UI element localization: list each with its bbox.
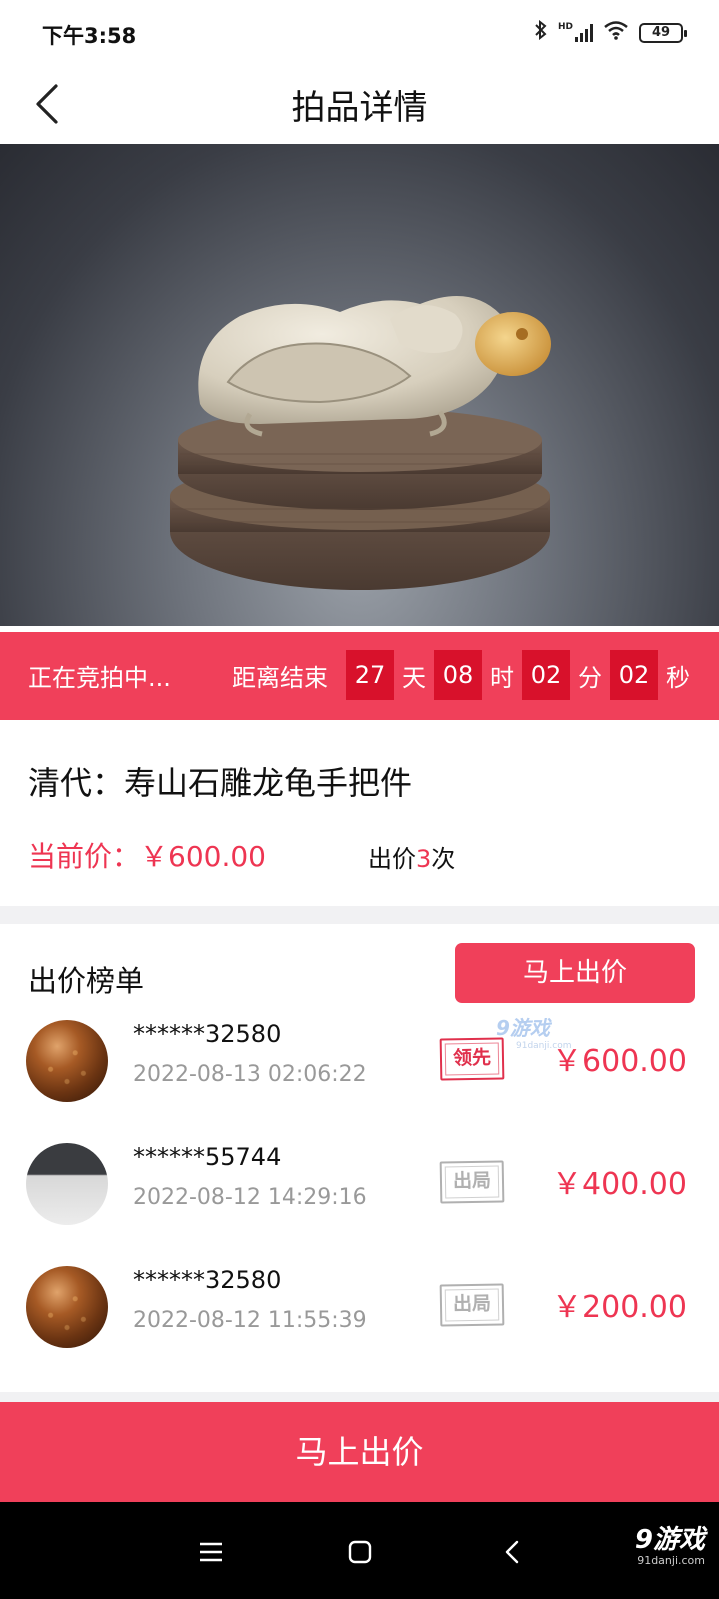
countdown-hours: 08 xyxy=(434,650,482,700)
bid-time: 2022-08-13 02:06:22 xyxy=(133,1062,367,1087)
bid-row: ******32580 2022-08-12 11:55:39 出局 ￥200.… xyxy=(0,1252,719,1372)
cell-signal-icon xyxy=(575,23,593,42)
status-bar: 下午3:58 HD 49 xyxy=(0,0,719,68)
bid-row: ******32580 2022-08-13 02:06:22 领先 ￥600.… xyxy=(0,1006,719,1126)
hd-label: HD xyxy=(557,21,573,32)
countdown-seconds: 02 xyxy=(610,650,658,700)
outbid-badge: 出局 xyxy=(439,1160,505,1204)
bid-count-number: 3 xyxy=(416,845,432,873)
bid-count-prefix: 出价 xyxy=(368,845,416,873)
nav-bar: 拍品详情 xyxy=(0,68,719,144)
price-row: 当前价：￥600.00 出价3次 xyxy=(28,835,688,875)
bid-price: ￥600.00 xyxy=(552,1044,687,1079)
back-nav-icon[interactable] xyxy=(492,1532,532,1572)
bid-count-suffix: 次 xyxy=(431,845,456,873)
bidding-status: 正在竞拍中... xyxy=(28,664,171,692)
minutes-unit: 分 xyxy=(578,663,602,692)
footer-watermark-url: 91danji.com xyxy=(637,1554,705,1567)
bottom-bid-now-button[interactable]: 马上出价 xyxy=(0,1402,719,1502)
bead-avatar xyxy=(26,1020,108,1102)
countdown-label: 距离结束 xyxy=(232,663,328,692)
laptop-avatar xyxy=(26,1143,108,1225)
countdown-days: 27 xyxy=(346,650,394,700)
system-nav-bar xyxy=(0,1502,719,1599)
leading-badge: 领先 xyxy=(439,1037,505,1081)
wifi-icon xyxy=(603,20,629,45)
bidder-id: ******55744 xyxy=(133,1143,282,1171)
home-icon[interactable] xyxy=(340,1532,380,1572)
lot-image-carousel[interactable] xyxy=(0,144,719,626)
days-unit: 天 xyxy=(402,663,426,692)
bluetooth-icon xyxy=(534,19,548,45)
countdown-minutes: 02 xyxy=(522,650,570,700)
page-title: 拍品详情 xyxy=(291,88,428,128)
footer-watermark: 9游戏 91danji.com xyxy=(635,1519,705,1567)
bid-row: ******55744 2022-08-12 14:29:16 出局 ￥400.… xyxy=(0,1129,719,1249)
status-time: 下午3:58 xyxy=(42,24,137,48)
menu-icon[interactable] xyxy=(191,1532,231,1572)
section-divider xyxy=(0,1392,719,1402)
bidder-id: ******32580 xyxy=(133,1020,282,1048)
seconds-unit: 秒 xyxy=(666,663,690,692)
bidder-id: ******32580 xyxy=(133,1266,282,1294)
lot-title: 清代：寿山石雕龙龟手把件 xyxy=(28,764,413,802)
bid-price: ￥200.00 xyxy=(552,1290,687,1325)
leaderboard-title: 出价榜单 xyxy=(28,964,145,998)
countdown: 距离结束 27 天 08 时 02 分 02 秒 xyxy=(232,650,698,700)
status-icons: HD 49 xyxy=(534,19,687,45)
auction-status-bar: 正在竞拍中... 距离结束 27 天 08 时 02 分 02 秒 xyxy=(0,632,719,720)
current-price: 当前价：￥600.00 xyxy=(28,840,266,873)
jade-carving-image xyxy=(170,296,551,590)
footer-watermark-text: 9游戏 xyxy=(634,1525,705,1555)
bid-time: 2022-08-12 14:29:16 xyxy=(133,1185,367,1210)
bid-time: 2022-08-12 11:55:39 xyxy=(133,1308,367,1333)
outbid-badge: 出局 xyxy=(439,1283,505,1327)
hours-unit: 时 xyxy=(490,663,514,692)
section-divider xyxy=(0,906,719,924)
bid-count: 出价3次 xyxy=(368,839,455,874)
battery-icon: 49 xyxy=(639,22,687,43)
bid-price: ￥400.00 xyxy=(552,1167,687,1202)
bead-avatar xyxy=(26,1266,108,1348)
bid-now-button[interactable]: 马上出价 xyxy=(455,943,695,1003)
